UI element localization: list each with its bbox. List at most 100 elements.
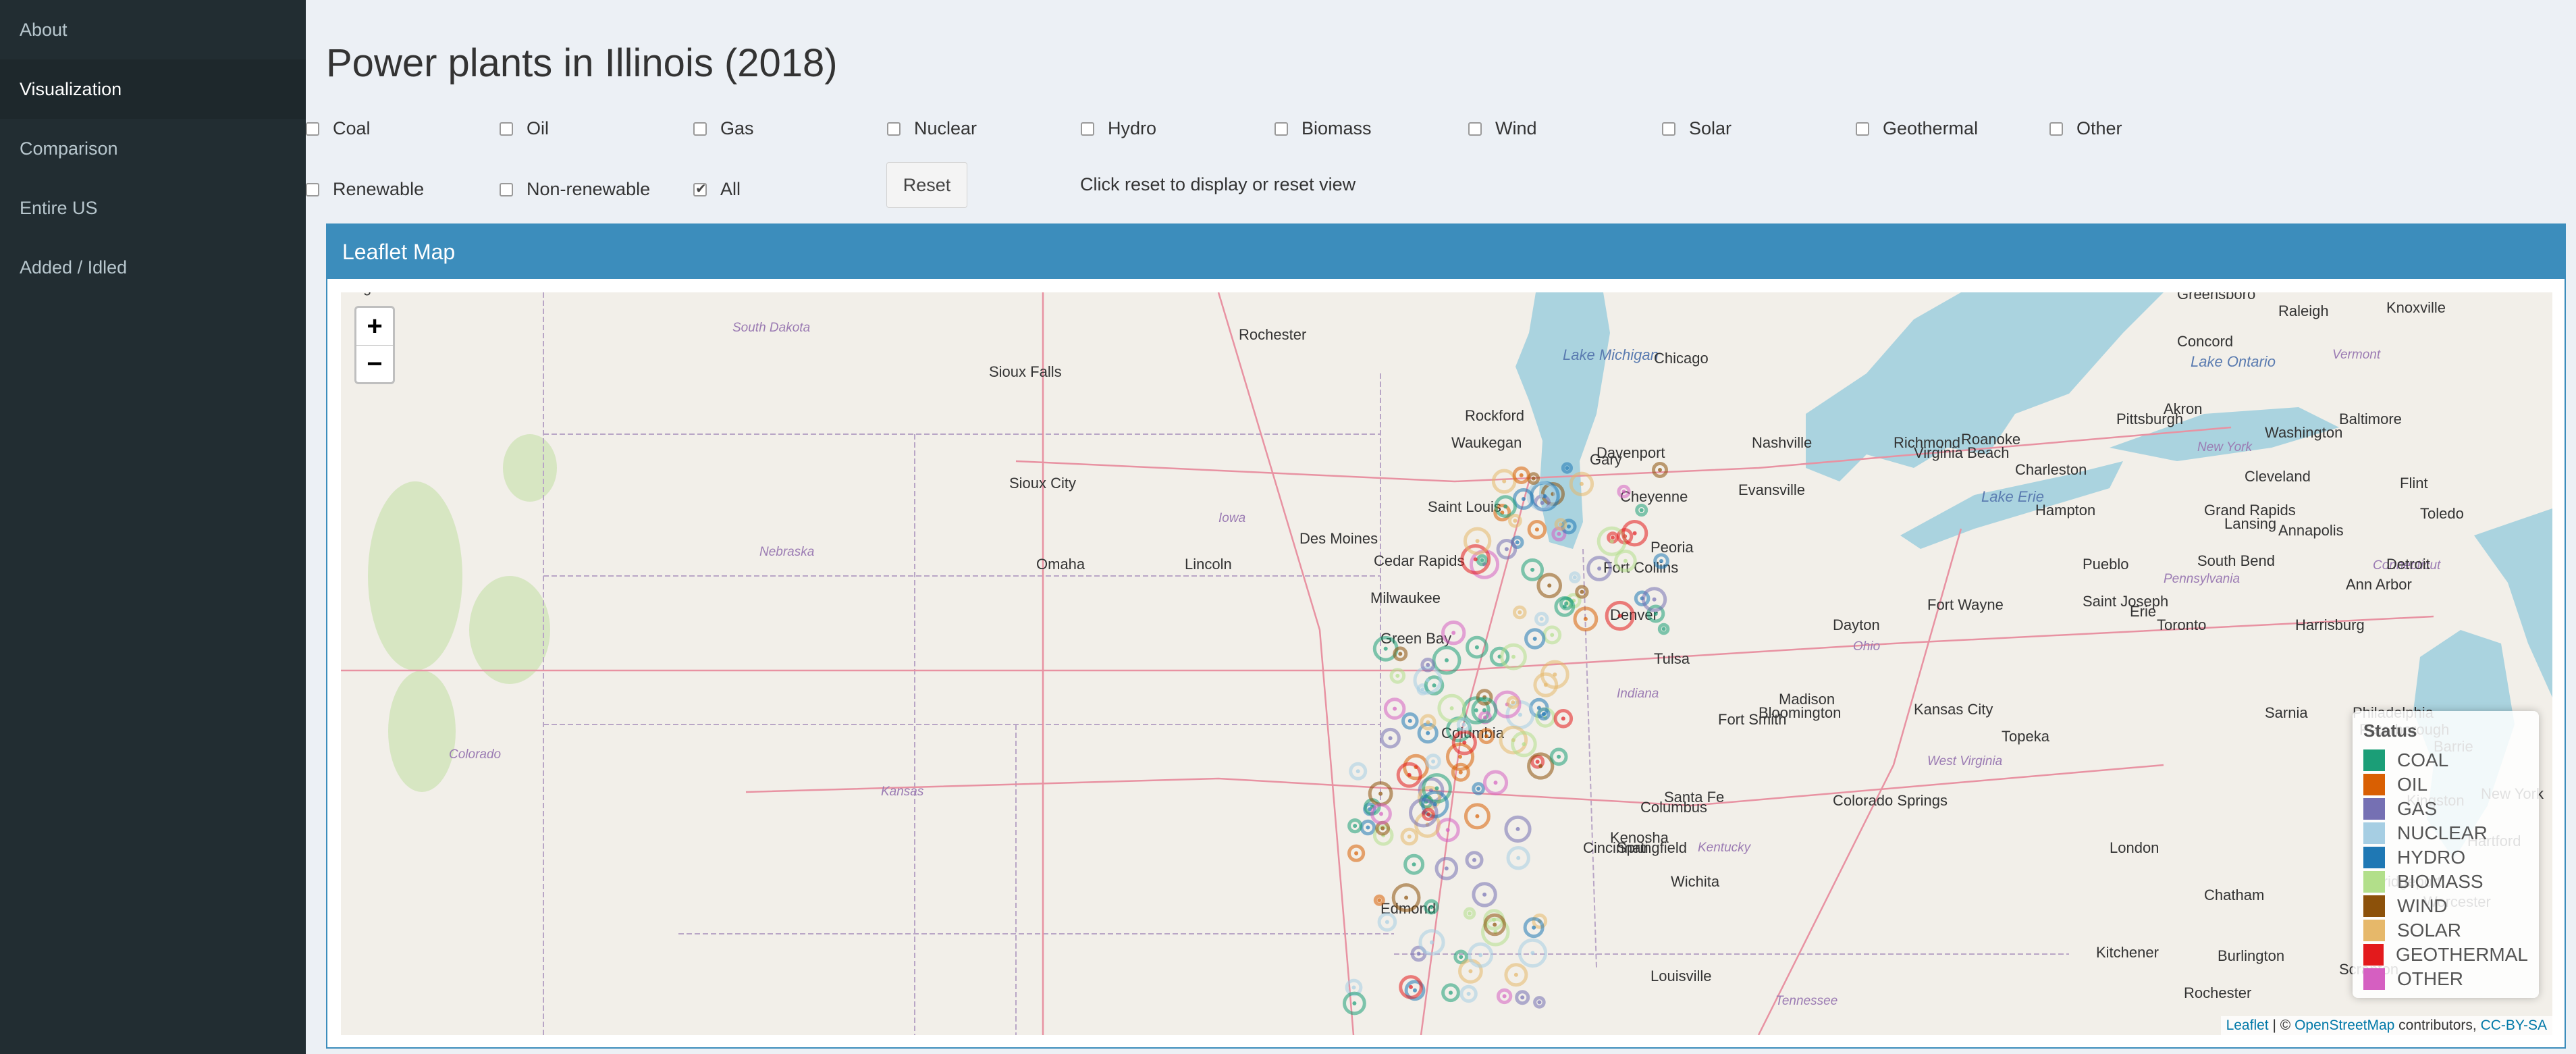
checkbox-box[interactable]	[306, 122, 319, 136]
checkbox-box[interactable]	[693, 180, 707, 197]
legend-swatch	[2363, 749, 2385, 771]
legend-label: COAL	[2397, 749, 2449, 770]
plant-marker-center	[1426, 662, 1430, 667]
checkbox-box[interactable]	[500, 122, 513, 136]
sidebar-item-comparison[interactable]: Comparison	[0, 119, 306, 178]
filter-coal-checkbox[interactable]: Coal	[306, 118, 371, 139]
legend-item: OTHER	[2363, 967, 2528, 991]
checkbox-box[interactable]	[306, 182, 319, 196]
page-title: Power plants in Illinois (2018)	[326, 41, 838, 85]
checkbox-label: Wind	[1495, 118, 1537, 138]
legend-label: NUCLEAR	[2397, 822, 2488, 843]
plant-marker-center	[1540, 500, 1545, 505]
place-label: Sioux City	[1009, 475, 1076, 492]
checkbox-label: Geothermal	[1883, 118, 1979, 138]
plant-marker-center	[1504, 547, 1509, 552]
sidebar-item-visualization[interactable]: Visualization	[0, 59, 306, 119]
plant-marker-center	[1515, 540, 1520, 545]
legend-label: HYDRO	[2397, 847, 2466, 868]
filter-gas-checkbox[interactable]: Gas	[693, 118, 754, 139]
forest-area	[503, 434, 557, 502]
plant-marker-center	[1480, 558, 1484, 562]
checkbox-label: Hydro	[1108, 118, 1157, 138]
plant-marker-center	[1379, 812, 1383, 816]
place-label: Sioux Falls	[989, 363, 1062, 380]
filter-renewable-checkbox[interactable]: Renewable	[306, 179, 424, 200]
place-label: Kansas City	[1914, 701, 1993, 718]
checkbox-box[interactable]	[2049, 122, 2063, 136]
place-label: Cleveland	[2245, 468, 2311, 485]
place-label: London	[2110, 839, 2159, 856]
plant-marker-center	[1511, 700, 1515, 705]
place-label: Des Moines	[1299, 530, 1378, 547]
plant-marker-center	[1534, 527, 1539, 532]
place-label: Nashville	[1752, 434, 1812, 451]
place-label: Knoxville	[2386, 299, 2446, 316]
legend-label: OIL	[2397, 774, 2428, 795]
plant-marker-center	[1532, 637, 1537, 641]
filter-other-checkbox[interactable]: Other	[2049, 118, 2122, 139]
place-label: Indiana	[1617, 687, 1659, 701]
plant-marker-center	[1431, 759, 1436, 764]
plant-marker-center	[1522, 742, 1526, 747]
zoom-in-button[interactable]: +	[356, 308, 393, 346]
filter-oil-checkbox[interactable]: Oil	[500, 118, 549, 139]
plant-marker-center	[1493, 922, 1497, 927]
sidebar-item-added-idled[interactable]: Added / Idled	[0, 238, 306, 297]
plant-marker-center	[1535, 760, 1540, 764]
place-label: Rockford	[1465, 407, 1524, 424]
plant-marker-center	[1579, 481, 1584, 486]
plant-marker-center	[1378, 791, 1383, 796]
plant-marker-center	[1565, 466, 1569, 471]
place-label: Lake Michigan	[1563, 346, 1659, 363]
reset-button[interactable]: Reset	[886, 162, 967, 208]
filter-wind-checkbox[interactable]: Wind	[1468, 118, 1537, 139]
place-label: Harrisburg	[2295, 616, 2365, 633]
checkbox-box[interactable]	[1468, 122, 1482, 136]
plant-marker-center	[1653, 612, 1658, 616]
sidebar-item-label: Added / Idled	[20, 257, 128, 278]
plant-marker-center	[1475, 814, 1480, 818]
sidebar-item-entire-us[interactable]: Entire US	[0, 178, 306, 238]
leaflet-link[interactable]: Leaflet	[2226, 1018, 2269, 1033]
plant-marker-center	[1434, 786, 1439, 791]
filter-nuclear-checkbox[interactable]: Nuclear	[887, 118, 977, 139]
filter-geothermal-checkbox[interactable]: Geothermal	[1856, 118, 1978, 139]
checkbox-box[interactable]	[1856, 122, 1869, 136]
license-link[interactable]: CC-BY-SA	[2481, 1018, 2547, 1033]
filter-solar-checkbox[interactable]: Solar	[1662, 118, 1732, 139]
checkbox-box[interactable]	[500, 182, 513, 196]
place-label: Pittsburgh	[2116, 411, 2183, 427]
checkbox-box[interactable]	[693, 122, 707, 136]
plant-marker-center	[1445, 658, 1449, 662]
place-label: South Dakota	[732, 321, 810, 335]
checkbox-label: All	[720, 179, 741, 199]
place-label: Cedar Rapids	[1374, 552, 1465, 569]
plant-marker-center	[1530, 951, 1535, 955]
filter-non-renewable-checkbox[interactable]: Non-renewable	[500, 179, 650, 200]
place-label: Waukegan	[1451, 434, 1522, 451]
plant-marker-center	[1541, 712, 1546, 716]
osm-link[interactable]: OpenStreetMap	[2295, 1018, 2394, 1033]
place-label: Pueblo	[2083, 556, 2129, 573]
filter-hydro-checkbox[interactable]: Hydro	[1081, 118, 1156, 139]
checkbox-box[interactable]	[1274, 122, 1288, 136]
plant-marker-center	[1404, 895, 1409, 900]
plant-marker-center	[1521, 497, 1526, 501]
checkbox-box[interactable]	[1081, 122, 1094, 136]
filter-all-checkbox[interactable]: All	[693, 179, 741, 200]
plant-marker-center	[1425, 678, 1430, 683]
sidebar-item-about[interactable]: About	[0, 0, 306, 59]
checkbox-box[interactable]	[887, 122, 901, 136]
leaflet-map[interactable]: South Dakota Nebraska Iowa Colorado Kansas In…	[341, 292, 2552, 1035]
filter-biomass-checkbox[interactable]: Biomass	[1274, 118, 1372, 139]
checkbox-label: Solar	[1689, 118, 1732, 138]
zoom-out-button[interactable]: −	[356, 346, 393, 382]
legend-item: NUCLEAR	[2363, 821, 2528, 845]
checkbox-box[interactable]	[1662, 122, 1675, 136]
plant-marker-center	[1472, 858, 1476, 862]
plant-marker-center	[1393, 706, 1397, 711]
plant-marker-center	[1583, 616, 1588, 621]
plant-marker-center	[1377, 898, 1382, 903]
plant-marker-center	[1449, 706, 1454, 710]
